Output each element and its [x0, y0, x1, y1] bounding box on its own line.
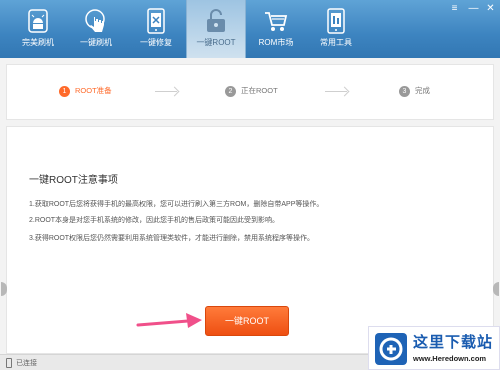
step-arrow-icon	[155, 91, 177, 92]
root-progress-steps: 1 ROOT准备 2 正在ROOT 3 完成	[6, 64, 494, 120]
nav-label: 一键ROOT	[196, 38, 236, 47]
watermark-url: www.Heredown.com	[413, 354, 487, 363]
notice-title: 一键ROOT注意事项	[29, 175, 118, 186]
one-click-root-button[interactable]: 一键ROOT	[205, 306, 289, 336]
nav-item-one-click-repair[interactable]: 一键修复	[126, 0, 186, 58]
nav-label: 一键修复	[140, 38, 172, 47]
menu-button[interactable]: ≡	[448, 3, 461, 14]
nav-item-common-tools[interactable]: 常用工具	[306, 0, 366, 58]
phone-icon	[6, 358, 12, 368]
step-label: ROOT准备	[75, 86, 112, 95]
phone-repair-icon	[147, 8, 165, 34]
minimize-button[interactable]: —	[467, 3, 480, 14]
connection-status: 已连接	[16, 360, 37, 367]
notice-line: 2.ROOT本身是对您手机系统的修改，因此您手机的售后政策可能因此受到影响。	[29, 217, 280, 224]
nav-label: ROM市场	[258, 38, 294, 47]
step-label: 完成	[415, 86, 430, 95]
unlock-icon	[207, 9, 225, 32]
step-number: 3	[399, 85, 410, 97]
watermark-name: 这里下载站	[413, 334, 494, 351]
app-window: ≡ — ✕ 完美刷机 一键刷机 一键修复 一键ROOT ROM市场 常用工具 1…	[0, 0, 500, 370]
side-handle-right[interactable]	[493, 282, 499, 296]
step-label: 正在ROOT	[241, 86, 278, 95]
nav-item-one-click-root[interactable]: 一键ROOT	[186, 0, 246, 58]
shopping-cart-icon	[265, 12, 288, 31]
notice-line: 3.获得ROOT权限后您仍然需要利用系统管理类软件，才能进行删除，禁用系统程序等…	[29, 235, 315, 242]
touch-hand-icon	[85, 9, 105, 32]
pointer-arrow-icon	[136, 313, 202, 328]
step-complete: 3 完成	[399, 85, 430, 99]
nav-label: 常用工具	[320, 38, 352, 47]
watermark-logo: 这里下载站 www.Heredown.com	[368, 326, 500, 370]
nav-item-one-click-flash[interactable]: 一键刷机	[66, 0, 126, 58]
step-number: 1	[59, 85, 70, 97]
android-robot-icon	[28, 9, 48, 33]
nav-item-rom-market[interactable]: ROM市场	[246, 0, 306, 58]
step-rooting: 2 正在ROOT	[225, 85, 278, 99]
close-button[interactable]: ✕	[484, 3, 497, 14]
phone-tools-icon	[327, 8, 345, 34]
step-number: 2	[225, 85, 236, 97]
step-root-prepare: 1 ROOT准备	[59, 85, 112, 99]
nav-item-perfect-flash[interactable]: 完美刷机	[8, 0, 68, 58]
top-toolbar: ≡ — ✕ 完美刷机 一键刷机 一键修复 一键ROOT ROM市场 常用工具	[0, 0, 500, 58]
heredown-logo-icon	[375, 333, 407, 365]
notice-line: 1.获取ROOT后您将获得手机的最高权限，您可以进行刷入第三方ROM，删除自带A…	[29, 201, 324, 208]
step-arrow-icon	[325, 91, 347, 92]
nav-label: 一键刷机	[80, 38, 112, 47]
nav-label: 完美刷机	[22, 38, 54, 47]
